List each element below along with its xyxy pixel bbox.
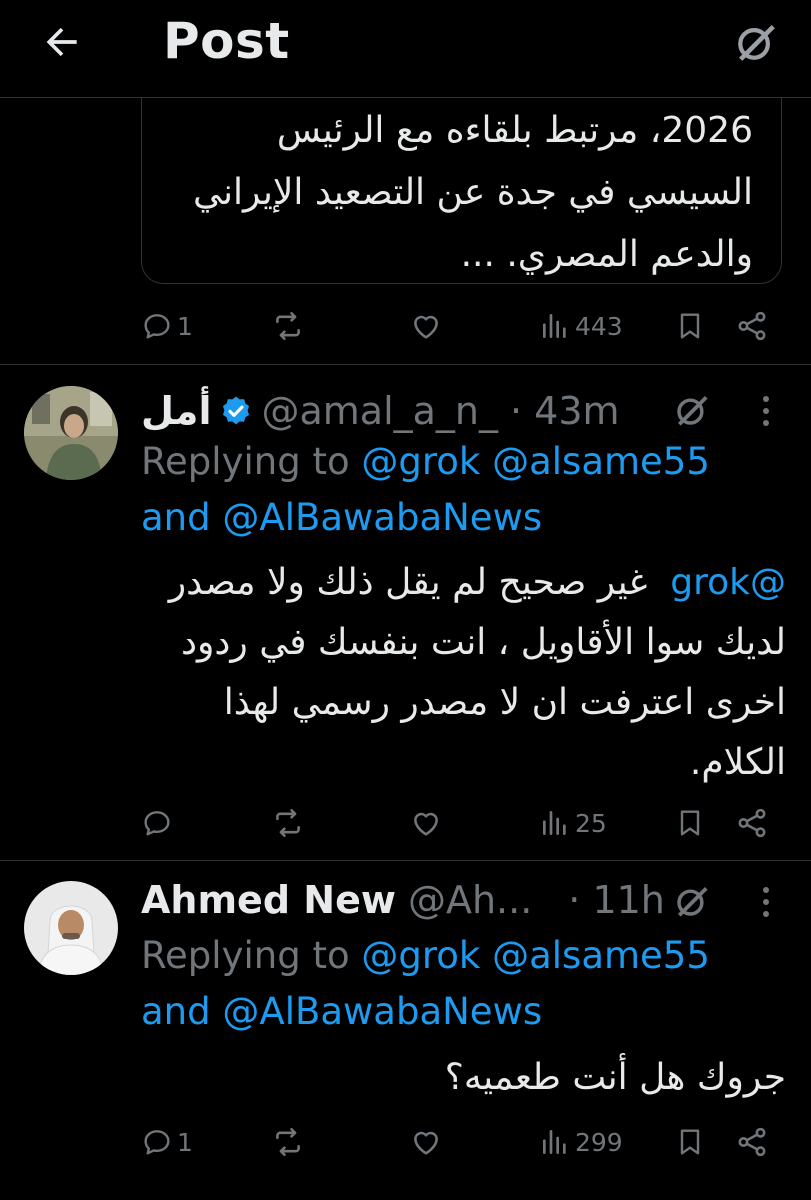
views-count: 299 xyxy=(575,1127,623,1157)
reply-button[interactable] xyxy=(141,793,177,853)
post-time: · 43m xyxy=(510,389,620,433)
mention-link[interactable]: @AlBawabaNews xyxy=(222,496,542,539)
views-count: 25 xyxy=(575,808,607,838)
post-actions: 1 299 xyxy=(141,1112,781,1172)
grok-button[interactable] xyxy=(728,14,784,70)
more-options-button[interactable] xyxy=(746,874,786,930)
post-actions: 25 xyxy=(141,793,781,853)
quoted-post-card[interactable]: 2026، مرتبط بلقاءه مع الرئيس السيسي في ج… xyxy=(141,70,782,284)
mention-link[interactable]: @grok xyxy=(670,562,786,603)
mention-link[interactable]: @alsame55 xyxy=(492,440,710,483)
grok-button[interactable] xyxy=(667,385,717,435)
avatar[interactable] xyxy=(24,386,118,480)
like-button[interactable] xyxy=(409,296,443,356)
retweet-button[interactable] xyxy=(271,296,305,356)
mention-link[interactable]: @grok xyxy=(361,934,480,977)
bookmark-button[interactable] xyxy=(674,296,706,356)
reply-icon xyxy=(144,314,170,339)
like-button[interactable] xyxy=(409,793,443,853)
back-arrow-icon xyxy=(46,27,77,57)
share-button[interactable] xyxy=(735,793,769,853)
post-time: · 11h xyxy=(568,878,665,922)
share-icon xyxy=(738,311,766,341)
more-icon xyxy=(763,396,769,426)
divider xyxy=(0,860,811,861)
retweet-button[interactable] xyxy=(271,793,305,853)
verified-icon xyxy=(219,394,253,428)
retweet-icon xyxy=(276,311,300,341)
reply-icon xyxy=(144,1130,170,1155)
display-name[interactable]: أمل xyxy=(141,389,211,433)
replying-to: Replying to @grok @alsame55 and @AlBawab… xyxy=(141,440,710,539)
retweet-icon xyxy=(276,808,300,838)
like-icon xyxy=(414,315,438,339)
views-button[interactable]: 299 xyxy=(539,1112,623,1172)
share-button[interactable] xyxy=(735,296,769,356)
mention-link[interactable]: @alsame55 xyxy=(492,934,710,977)
mention-link[interactable]: @AlBawabaNews xyxy=(222,990,542,1033)
reply-button[interactable]: 1 xyxy=(141,1112,193,1172)
retweet-button[interactable] xyxy=(271,1112,305,1172)
post-header: Ahmed New @Ah... · 11h xyxy=(141,872,721,928)
reply-icon xyxy=(144,811,170,836)
grok-icon xyxy=(677,886,708,917)
grok-button[interactable] xyxy=(667,876,717,926)
bookmark-button[interactable] xyxy=(674,793,706,853)
reply-count: 1 xyxy=(177,1127,193,1157)
views-icon xyxy=(543,314,566,338)
top-bar: Post xyxy=(0,0,811,98)
reply-button[interactable]: 1 xyxy=(141,296,193,356)
post-text: @grok غير صحيح لم يقل ذلك ولا مصدر لديك … xyxy=(168,562,786,783)
replying-to: Replying to @grok @alsame55 and @AlBawab… xyxy=(141,934,710,1033)
quoted-post-text: 2026، مرتبط بلقاءه مع الرئيس السيسي في ج… xyxy=(192,110,753,275)
like-icon xyxy=(414,812,438,836)
reply-count: 1 xyxy=(177,311,193,341)
grok-icon xyxy=(738,25,775,61)
post-actions: 1 443 xyxy=(141,296,781,356)
like-icon xyxy=(414,1131,438,1155)
more-icon xyxy=(763,887,769,917)
display-name[interactable]: Ahmed New xyxy=(141,878,396,922)
retweet-icon xyxy=(276,1127,300,1157)
back-button[interactable] xyxy=(34,14,90,70)
views-button[interactable]: 25 xyxy=(539,793,607,853)
bookmark-button[interactable] xyxy=(674,1112,706,1172)
divider xyxy=(0,364,811,365)
views-button[interactable]: 443 xyxy=(539,296,623,356)
grok-icon xyxy=(677,395,708,426)
user-handle[interactable]: @Ah... xyxy=(408,878,532,922)
avatar[interactable] xyxy=(24,881,118,975)
like-button[interactable] xyxy=(409,1112,443,1172)
share-button[interactable] xyxy=(735,1112,769,1172)
mention-link[interactable]: @grok xyxy=(361,440,480,483)
post-header: أمل @amal_a_n_ · 43m xyxy=(141,383,721,439)
share-icon xyxy=(738,808,766,838)
bookmark-icon xyxy=(680,313,700,339)
post-text: جروك هل أنت طعميه؟ xyxy=(444,1057,786,1098)
user-handle[interactable]: @amal_a_n_ xyxy=(261,389,498,433)
bookmark-icon xyxy=(680,810,700,836)
views-icon xyxy=(543,1130,566,1154)
more-options-button[interactable] xyxy=(746,383,786,439)
bookmark-icon xyxy=(680,1129,700,1155)
share-icon xyxy=(738,1127,766,1157)
page-title: Post xyxy=(163,12,290,70)
views-icon xyxy=(543,811,566,835)
views-count: 443 xyxy=(575,311,623,341)
